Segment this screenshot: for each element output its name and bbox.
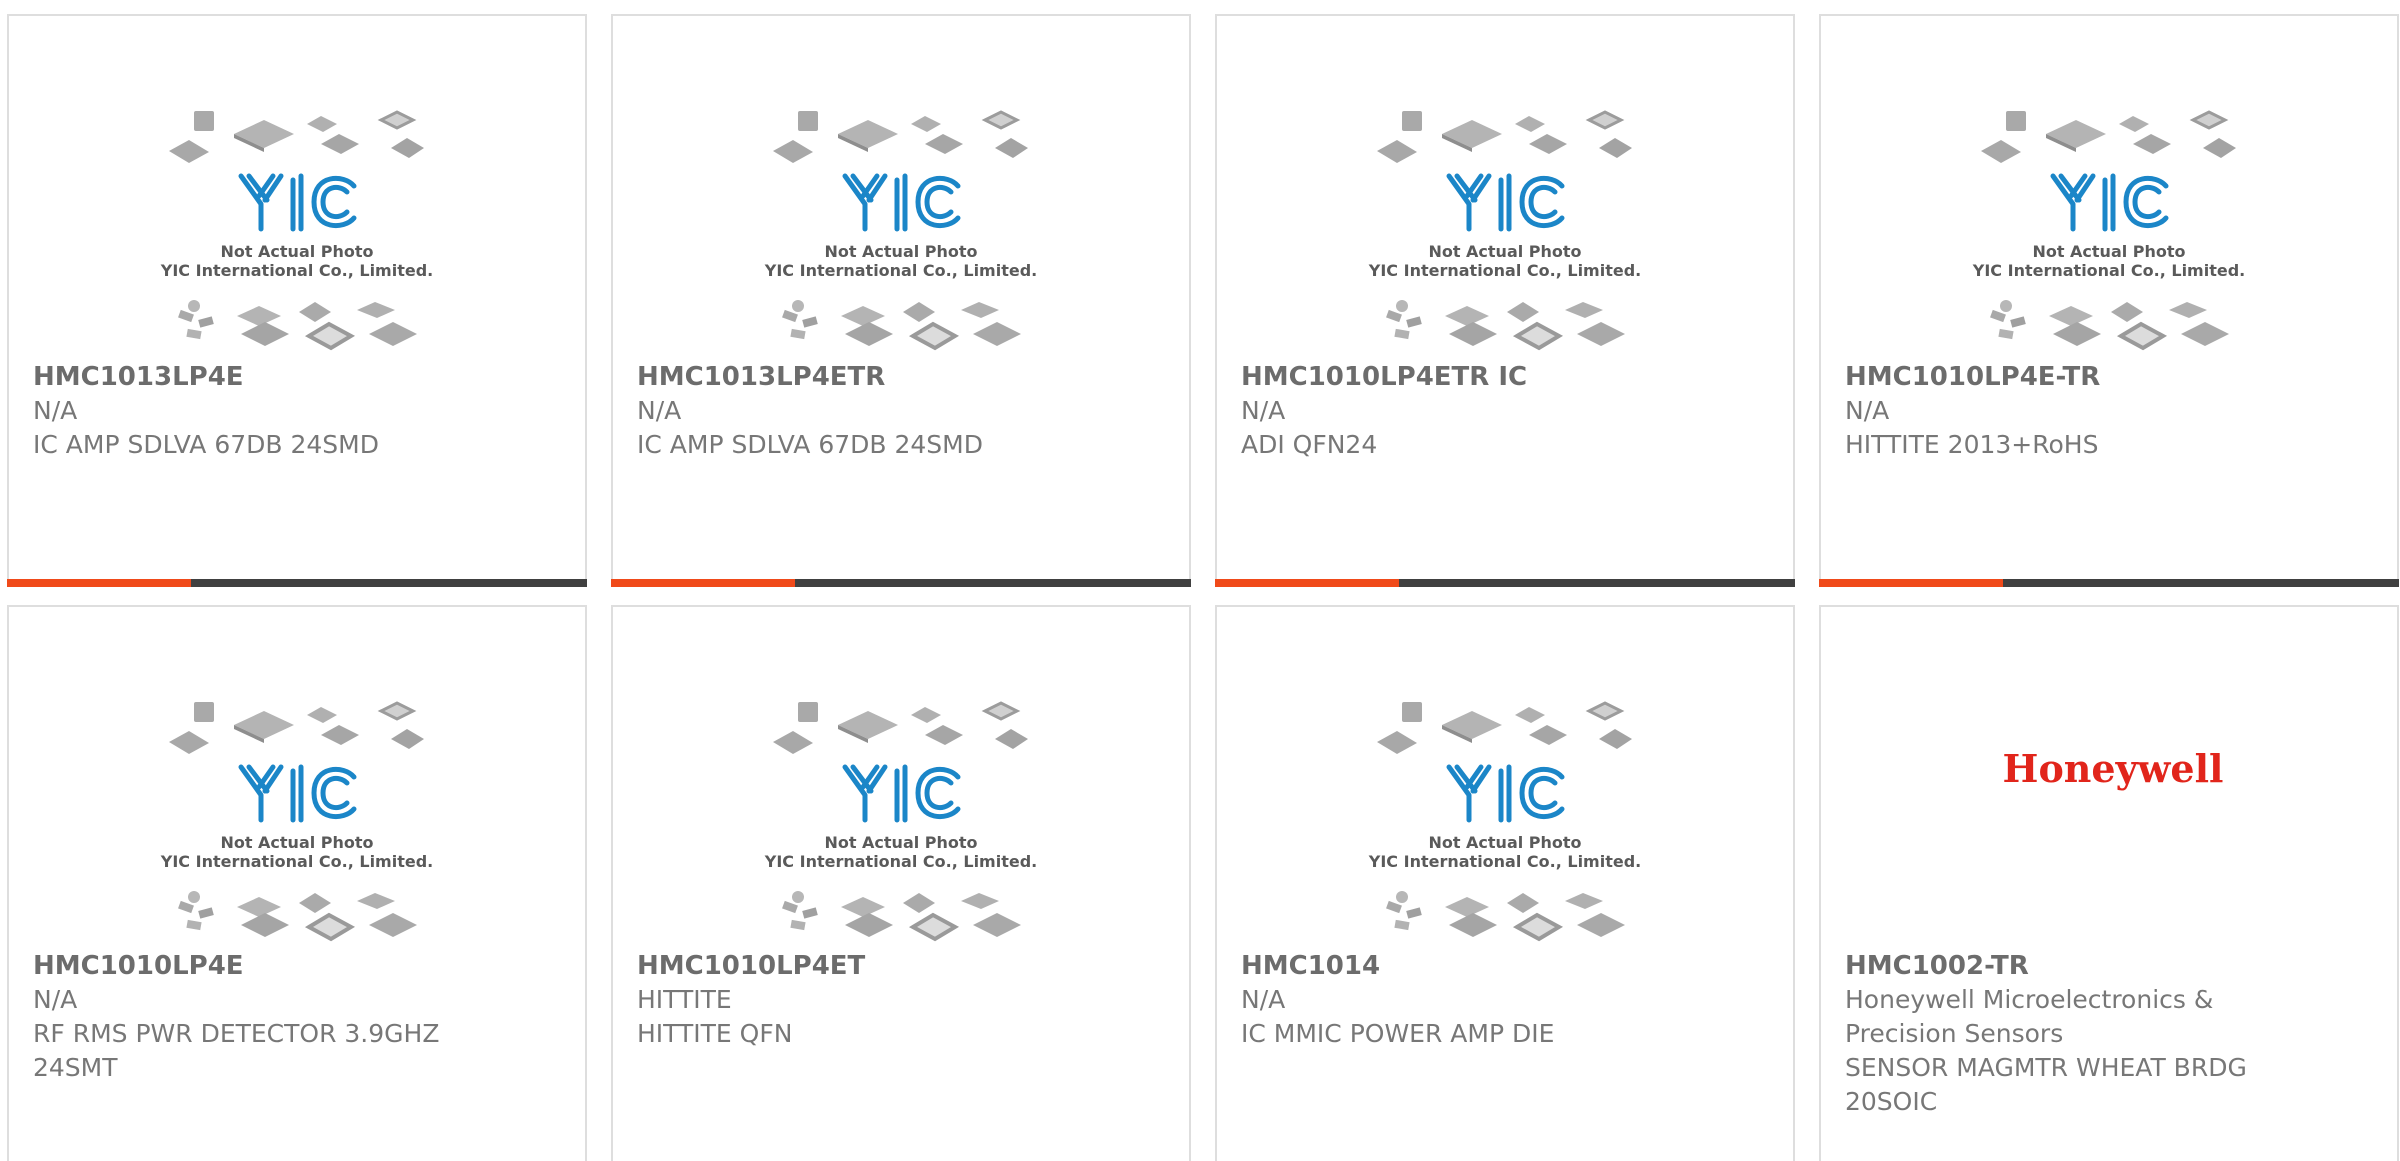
manufacturer: N/A (33, 985, 78, 1014)
product-card[interactable]: Not Actual Photo YIC International Co., … (1215, 605, 1795, 1161)
description: SENSOR MAGMTR WHEAT BRDG 20SOIC (1845, 1053, 2247, 1116)
placeholder-line1: Not Actual Photo (824, 242, 977, 261)
product-card[interactable]: Not Actual Photo YIC International Co., … (1819, 14, 2399, 587)
product-card[interactable]: Not Actual Photo YIC International Co., … (611, 605, 1191, 1161)
manufacturer: N/A (1241, 396, 1286, 425)
part-number-link[interactable]: HMC1010LP4E-TR (1845, 360, 2377, 394)
description: IC MMIC POWER AMP DIE (1241, 1019, 1555, 1048)
part-number-link[interactable]: HMC1013LP4ETR (637, 360, 1169, 394)
manufacturer: N/A (1241, 985, 1286, 1014)
product-card[interactable]: Not Actual Photo YIC International Co., … (7, 605, 587, 1161)
placeholder-line2: YIC International Co., Limited. (1368, 261, 1641, 280)
card-accent-bar (7, 579, 191, 587)
product-photo-placeholder[interactable]: Not Actual Photo YIC International Co., … (1217, 16, 1793, 352)
placeholder-line1: Not Actual Photo (1428, 242, 1581, 261)
placeholder-line2: YIC International Co., Limited. (1972, 261, 2245, 280)
placeholder-line2: YIC International Co., Limited. (764, 852, 1037, 871)
product-card[interactable]: Not Actual Photo YIC International Co., … (611, 14, 1191, 587)
manufacturer: N/A (637, 396, 682, 425)
product-photo[interactable]: Honeywell (1821, 607, 2397, 943)
placeholder-line1: Not Actual Photo (220, 242, 373, 261)
product-photo-placeholder[interactable]: Not Actual Photo YIC International Co., … (9, 16, 585, 352)
card-bottom-bar (1215, 579, 1795, 587)
placeholder-line2: YIC International Co., Limited. (160, 261, 433, 280)
product-photo-placeholder[interactable]: Not Actual Photo YIC International Co., … (613, 607, 1189, 943)
part-number-link[interactable]: HMC1014 (1241, 949, 1773, 983)
product-photo-placeholder[interactable]: Not Actual Photo YIC International Co., … (613, 16, 1189, 352)
part-number-link[interactable]: HMC1010LP4E (33, 949, 565, 983)
product-photo-placeholder[interactable]: Not Actual Photo YIC International Co., … (1217, 607, 1793, 943)
card-bottom-bar (7, 579, 587, 587)
product-card[interactable]: Not Actual Photo YIC International Co., … (7, 14, 587, 587)
part-number-link[interactable]: HMC1010LP4ET (637, 949, 1169, 983)
description: ADI QFN24 (1241, 430, 1378, 459)
card-accent-bar (611, 579, 795, 587)
placeholder-line2: YIC International Co., Limited. (764, 261, 1037, 280)
description: IC AMP SDLVA 67DB 24SMD (637, 430, 983, 459)
manufacturer: Honeywell Microelectronics & Precision S… (1845, 985, 2214, 1048)
placeholder-line1: Not Actual Photo (2032, 242, 2185, 261)
placeholder-line2: YIC International Co., Limited. (160, 852, 433, 871)
placeholder-line1: Not Actual Photo (824, 833, 977, 852)
placeholder-line2: YIC International Co., Limited. (1368, 852, 1641, 871)
card-bottom-bar (1819, 579, 2399, 587)
part-number-link[interactable]: HMC1010LP4ETR IC (1241, 360, 1773, 394)
manufacturer: N/A (1845, 396, 1890, 425)
manufacturer: N/A (33, 396, 78, 425)
card-bottom-bar (611, 579, 1191, 587)
product-grid: Not Actual Photo YIC International Co., … (0, 0, 2400, 1161)
description: HITTITE 2013+RoHS (1845, 430, 2099, 459)
placeholder-line1: Not Actual Photo (220, 833, 373, 852)
product-photo-placeholder[interactable]: Not Actual Photo YIC International Co., … (9, 607, 585, 943)
honeywell-logo: Honeywell (2003, 746, 2224, 791)
manufacturer: HITTITE (637, 985, 732, 1014)
product-card[interactable]: Honeywell HMC1002-TR Honeywell Microelec… (1819, 605, 2399, 1161)
placeholder-line1: Not Actual Photo (1428, 833, 1581, 852)
description: RF RMS PWR DETECTOR 3.9GHZ 24SMT (33, 1019, 440, 1082)
description: IC AMP SDLVA 67DB 24SMD (33, 430, 379, 459)
card-accent-bar (1819, 579, 2003, 587)
product-card[interactable]: Not Actual Photo YIC International Co., … (1215, 14, 1795, 587)
description: HITTITE QFN (637, 1019, 793, 1048)
card-accent-bar (1215, 579, 1399, 587)
part-number-link[interactable]: HMC1002-TR (1845, 949, 2377, 983)
part-number-link[interactable]: HMC1013LP4E (33, 360, 565, 394)
product-photo-placeholder[interactable]: Not Actual Photo YIC International Co., … (1821, 16, 2397, 352)
